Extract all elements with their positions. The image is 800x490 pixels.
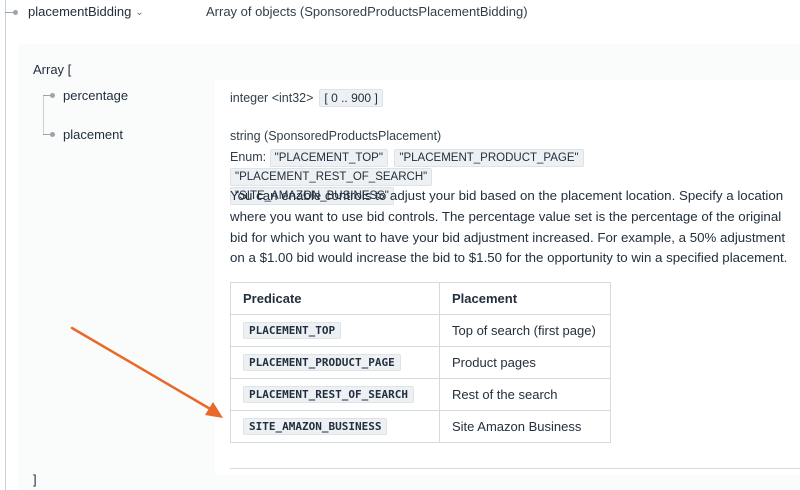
field-type: Array of objects (SponsoredProductsPlace… (206, 4, 528, 19)
predicate-code: SITE_AMAZON_BUSINESS (243, 418, 388, 435)
predicate-code: PLACEMENT_PRODUCT_PAGE (243, 354, 401, 371)
property-type-percentage: integer <int32> [ 0 .. 900 ] (230, 89, 383, 107)
array-open-bracket: Array [ (33, 62, 72, 77)
property-name-percentage: percentage (63, 88, 129, 103)
table-header-row: Predicate Placement (230, 282, 611, 315)
property-type-placement: string (SponsoredProductsPlacement) (230, 129, 442, 143)
table-row: PLACEMENT_REST_OF_SEARCH Rest of the sea… (230, 378, 611, 411)
table-row: PLACEMENT_TOP Top of search (first page) (230, 314, 611, 347)
section-divider (230, 468, 800, 469)
range-badge: [ 0 .. 900 ] (319, 89, 383, 107)
enum-chip: "PLACEMENT_TOP" (269, 149, 388, 167)
predicate-code: PLACEMENT_TOP (243, 322, 342, 339)
table-row: PLACEMENT_PRODUCT_PAGE Product pages (230, 346, 611, 379)
field-name: placementBidding (28, 4, 132, 19)
placement-cell: Rest of the search (439, 378, 611, 411)
table-row: SITE_AMAZON_BUSINESS Site Amazon Busines… (230, 410, 611, 443)
column-header-placement: Placement (439, 282, 611, 315)
tree-line (5, 0, 6, 490)
field-toggle-placementbidding[interactable]: placementBidding ⌄ (28, 4, 144, 19)
placement-cell: Site Amazon Business (439, 410, 611, 443)
chevron-down-icon[interactable]: ⌄ (135, 7, 143, 18)
placement-cell: Top of search (first page) (439, 314, 611, 347)
property-description: You can enable controls to adjust your b… (230, 188, 788, 266)
placement-cell: Product pages (439, 346, 611, 379)
column-header-predicate: Predicate (230, 282, 440, 315)
property-name-placement: placement (63, 127, 123, 142)
array-close-bracket: ] (33, 472, 37, 487)
enum-label: Enum: (230, 150, 267, 164)
tree-node-dot (13, 10, 18, 15)
enum-chip: "PLACEMENT_REST_OF_SEARCH" (230, 168, 433, 186)
inner-tree-line (43, 95, 44, 135)
type-text: integer <int32> (230, 91, 314, 105)
enum-chip: "PLACEMENT_PRODUCT_PAGE" (394, 149, 584, 167)
inner-tree-node-dot (50, 93, 55, 98)
predicate-code: PLACEMENT_REST_OF_SEARCH (243, 386, 414, 403)
inner-tree-node-dot (50, 132, 55, 137)
placement-table: Predicate Placement PLACEMENT_TOP Top of… (230, 282, 611, 443)
